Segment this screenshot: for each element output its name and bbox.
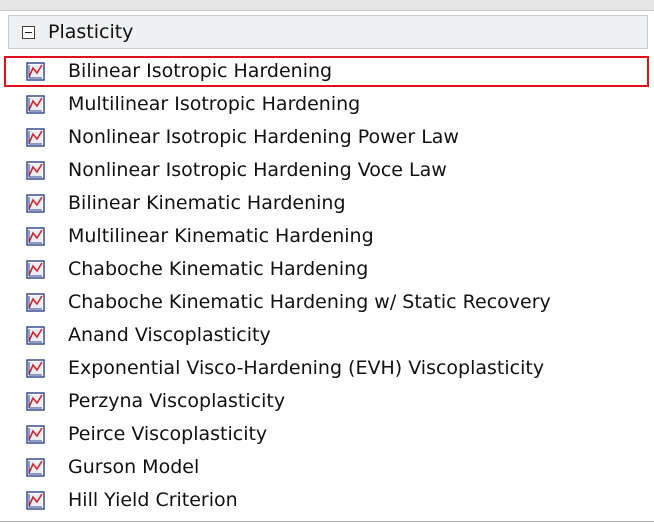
material-curve-icon	[26, 227, 45, 246]
list-item-label: Nonlinear Isotropic Hardening Voce Law	[68, 159, 447, 181]
list-item-label: Gurson Model	[68, 456, 200, 478]
list-item[interactable]: Perzyna Viscoplasticity	[0, 385, 654, 418]
panel-bottom-border	[0, 521, 654, 522]
list-item[interactable]: Anand Viscoplasticity	[0, 319, 654, 352]
list-item[interactable]: Bilinear Kinematic Hardening	[0, 187, 654, 220]
list-item-label: Hill Yield Criterion	[68, 489, 238, 511]
material-curve-icon	[26, 260, 45, 279]
material-curve-icon	[26, 62, 45, 81]
material-curve-icon	[26, 392, 45, 411]
material-curve-icon	[26, 359, 45, 378]
list-item[interactable]: Multilinear Isotropic Hardening	[0, 88, 654, 121]
material-curve-icon	[26, 194, 45, 213]
section-title: Plasticity	[48, 21, 134, 43]
list-item[interactable]: Multilinear Kinematic Hardening	[0, 220, 654, 253]
panel-top-border	[0, 0, 654, 11]
list-item[interactable]: Bilinear Isotropic Hardening	[0, 55, 654, 88]
list-item-label: Nonlinear Isotropic Hardening Power Law	[68, 126, 459, 148]
material-curve-icon	[26, 293, 45, 312]
list-item-label: Multilinear Isotropic Hardening	[68, 93, 361, 115]
material-curve-icon	[26, 491, 45, 510]
toolbox-panel: Plasticity Bilinear Isotropic Hardening M…	[0, 0, 654, 524]
list-item-label: Multilinear Kinematic Hardening	[68, 225, 374, 247]
list-item-label: Peirce Viscoplasticity	[68, 423, 268, 445]
list-item-label: Chaboche Kinematic Hardening	[68, 258, 369, 280]
collapse-minus-icon[interactable]	[22, 25, 35, 39]
list-item-label: Anand Viscoplasticity	[68, 324, 271, 346]
material-curve-icon	[26, 458, 45, 477]
list-item[interactable]: Chaboche Kinematic Hardening	[0, 253, 654, 286]
list-item[interactable]: Exponential Visco-Hardening (EVH) Viscop…	[0, 352, 654, 385]
list-item[interactable]: Hill Yield Criterion	[0, 484, 654, 517]
material-curve-icon	[26, 128, 45, 147]
section-header-plasticity[interactable]: Plasticity	[8, 15, 648, 49]
list-item[interactable]: Gurson Model	[0, 451, 654, 484]
material-curve-icon	[26, 425, 45, 444]
list-item[interactable]: Chaboche Kinematic Hardening w/ Static R…	[0, 286, 654, 319]
material-curve-icon	[26, 95, 45, 114]
list-item[interactable]: Nonlinear Isotropic Hardening Power Law	[0, 121, 654, 154]
list-item-label: Bilinear Kinematic Hardening	[68, 192, 346, 214]
list-item[interactable]: Nonlinear Isotropic Hardening Voce Law	[0, 154, 654, 187]
material-curve-icon	[26, 161, 45, 180]
material-curve-icon	[26, 326, 45, 345]
list-item-label: Chaboche Kinematic Hardening w/ Static R…	[68, 291, 551, 313]
list-item-label: Exponential Visco-Hardening (EVH) Viscop…	[68, 357, 545, 379]
list-item[interactable]: Peirce Viscoplasticity	[0, 418, 654, 451]
list-item-label: Bilinear Isotropic Hardening	[68, 60, 333, 82]
list-item-label: Perzyna Viscoplasticity	[68, 390, 286, 412]
